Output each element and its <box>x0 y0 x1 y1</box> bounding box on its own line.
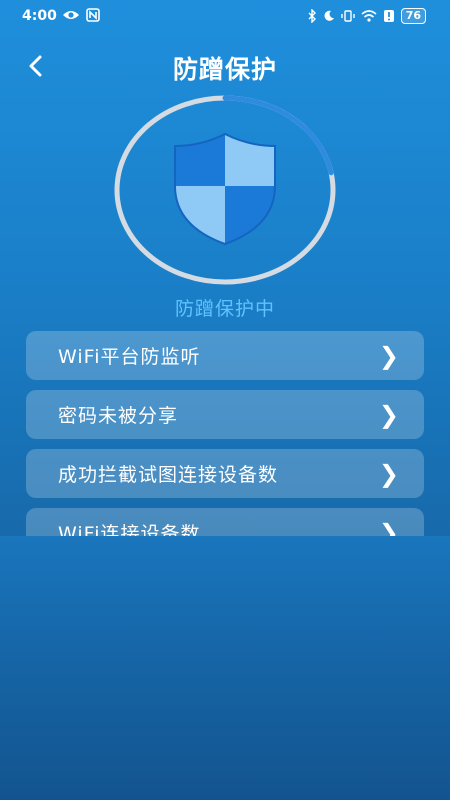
status-left-icons <box>62 8 100 22</box>
list-item-blocked-devices[interactable]: 成功拦截试图连接设备数 ❯ <box>26 449 424 498</box>
chevron-right-icon: ❯ <box>378 459 400 488</box>
list-clip: WiFi连接设备数 ❯ <box>0 505 450 536</box>
battery-icon: 76 <box>400 8 426 24</box>
vibrate-icon <box>340 10 355 22</box>
moon-icon <box>324 10 334 21</box>
list-item-label: WiFi连接设备数 <box>58 523 201 536</box>
chevron-right-icon: ❯ <box>378 341 400 370</box>
list-item-label: 成功拦截试图连接设备数 <box>58 464 279 486</box>
alert-icon <box>383 10 394 22</box>
eye-icon <box>63 11 79 19</box>
status-time: 4:00 <box>22 8 57 24</box>
bluetooth-icon <box>308 9 316 23</box>
list-item-label: 密码未被分享 <box>58 405 179 427</box>
list-item-password-not-shared[interactable]: 密码未被分享 ❯ <box>26 390 424 439</box>
wifi-icon <box>361 10 377 22</box>
chevron-right-icon: ❯ <box>378 400 400 429</box>
status-right-icons: 76 <box>307 8 426 24</box>
list-item-label: WiFi平台防监听 <box>58 346 201 368</box>
chevron-right-icon: ❯ <box>378 518 400 537</box>
list-item-connected-devices[interactable]: WiFi连接设备数 ❯ <box>26 508 424 536</box>
protection-ring <box>114 95 336 285</box>
page-title: 防蹭保护 <box>172 55 277 84</box>
protection-status-text: 防蹭保护中 <box>174 298 275 320</box>
background-lower <box>0 536 450 800</box>
list-item-anti-monitor[interactable]: WiFi平台防监听 ❯ <box>26 331 424 380</box>
shield-icon <box>174 132 276 246</box>
nfc-icon <box>86 8 100 22</box>
